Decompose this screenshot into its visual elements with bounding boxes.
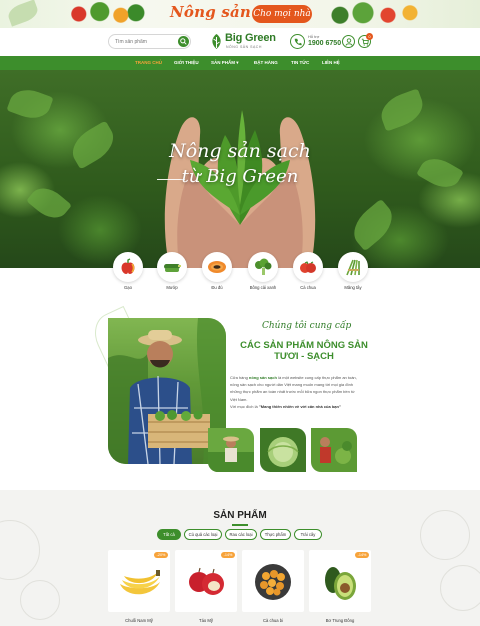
account-button[interactable] xyxy=(342,35,355,48)
logo-tagline: NÔNG SẢN SẠCH xyxy=(226,45,262,49)
thumbnail-farmer-field xyxy=(208,428,254,472)
asparagus-icon xyxy=(346,259,360,276)
hero-subtitle: từ Big Green xyxy=(181,166,299,187)
header: Big Green NÔNG SẢN SẠCH Hỗ trợ 1900 6750… xyxy=(0,28,480,56)
leaf-decoration xyxy=(26,180,72,226)
pepper-icon xyxy=(121,258,135,274)
about-brand-highlight: nông sản sạch xyxy=(248,375,277,380)
search-icon xyxy=(180,38,187,45)
tab-all[interactable]: Tất cả xyxy=(157,529,181,540)
search-input[interactable] xyxy=(115,36,175,47)
category-item[interactable]: Gạo xyxy=(110,252,146,290)
hero-title: Nông sản sạch xyxy=(169,140,311,162)
nav-item-home[interactable]: Trang chủ xyxy=(135,56,162,70)
category-circle xyxy=(248,252,278,282)
logo[interactable]: Big Green NÔNG SẢN SẠCH xyxy=(210,31,276,53)
products-title: SẢN PHẨM xyxy=(213,510,267,521)
decor-ring xyxy=(440,565,480,611)
leaf-decoration xyxy=(416,151,464,195)
vegetables-decoration-right xyxy=(328,2,428,26)
leaf-logo-icon xyxy=(212,34,221,49)
decor-ring xyxy=(20,580,60,620)
tab-greens[interactable]: Rau các loại xyxy=(225,529,257,540)
leaf-decoration xyxy=(345,198,401,252)
logo-text: Big Green xyxy=(225,32,276,44)
about-heading: CÁC SẢN PHẨM NÔNG SẢN TƯƠI - SẠCH xyxy=(240,340,368,362)
product-name[interactable]: Táo Mỹ xyxy=(175,618,237,623)
about-script-heading: Chúng tôi cung cấp xyxy=(262,321,352,331)
decor-ring xyxy=(420,510,470,560)
decor-ring xyxy=(0,520,40,580)
category-item[interactable]: Mướp xyxy=(154,252,190,290)
nav-item-order[interactable]: Đặt hàng xyxy=(254,56,278,70)
product-card[interactable]: -20% xyxy=(108,550,170,612)
avocado-image xyxy=(325,567,356,600)
leaf-decoration xyxy=(6,84,54,124)
about-text-part: Cửa hàng xyxy=(230,375,249,380)
banana-image xyxy=(120,570,160,595)
hotline-number: 1900 6750 xyxy=(308,40,342,47)
top-banner: Nông sản sạch Cho mọi nhà xyxy=(0,0,480,28)
category-label: Bông cải xanh xyxy=(249,285,277,290)
product-card[interactable] xyxy=(242,550,304,612)
category-circle xyxy=(157,252,187,282)
products-section: SẢN PHẨM Tất cả Củ quả các loại Rau các … xyxy=(0,490,480,626)
hotline[interactable]: Hỗ trợ 1900 6750 xyxy=(290,32,342,52)
user-icon xyxy=(345,38,353,46)
category-label: Đu đủ xyxy=(211,285,223,290)
tomato-icon xyxy=(300,261,316,273)
category-label: Gạo xyxy=(124,285,132,290)
tab-food[interactable]: Thực phẩm xyxy=(260,529,291,540)
title-underline xyxy=(232,524,248,526)
hero-banner: Nông sản sạch từ Big Green xyxy=(0,70,480,268)
category-label: Cà chua xyxy=(300,285,316,290)
thumbnail-cabbage xyxy=(260,428,306,472)
cherry-tomato-image xyxy=(255,564,291,600)
apple-image xyxy=(189,567,224,595)
hotline-label: Hỗ trợ xyxy=(308,34,320,39)
category-circle xyxy=(293,252,323,282)
zucchini-icon xyxy=(164,264,181,272)
about-paragraph: Cửa hàng nông sản sạch là một website cu… xyxy=(230,374,362,410)
tab-root-vegetables[interactable]: Củ quả các loại xyxy=(184,529,222,540)
category-item[interactable]: Đu đủ xyxy=(199,252,235,290)
leaf-decoration xyxy=(5,0,41,27)
cart-count-badge: 0 xyxy=(366,33,373,40)
tab-fruit[interactable]: Trái cây xyxy=(294,529,322,540)
papaya-icon xyxy=(208,261,226,273)
cart-button[interactable]: 0 xyxy=(358,33,373,48)
nav-item-contact[interactable]: Liên hệ xyxy=(322,56,340,70)
category-item[interactable]: Măng tây xyxy=(335,252,371,290)
leaf-decoration xyxy=(65,120,121,170)
category-circle xyxy=(113,252,143,282)
category-label: Mướp xyxy=(166,285,178,290)
product-name[interactable]: Chuối Nam Mỹ xyxy=(108,618,170,623)
product-card[interactable]: -14% xyxy=(175,550,237,612)
product-card[interactable]: -14% xyxy=(309,550,371,612)
main-nav: Trang chủ Giới thiệu Sản phẩm ▾ Đặt hàng… xyxy=(0,56,480,70)
nav-item-products[interactable]: Sản phẩm ▾ xyxy=(211,56,239,70)
search-button[interactable] xyxy=(178,36,189,47)
banner-subtitle: Cho mọi nhà xyxy=(252,5,312,23)
vegetables-decoration-left xyxy=(62,2,146,26)
phone-icon xyxy=(290,34,305,49)
about-text-part: Với mục đích là xyxy=(230,403,259,409)
nav-item-about[interactable]: Giới thiệu xyxy=(174,56,199,70)
thumbnail-woman-harvest xyxy=(311,428,357,472)
product-name[interactable]: Bơ Trung Đông xyxy=(309,618,371,623)
category-item[interactable]: Bông cải xanh xyxy=(245,252,281,290)
category-label: Măng tây xyxy=(344,285,362,290)
category-circle xyxy=(338,252,368,282)
broccoli-icon xyxy=(255,258,272,275)
category-item[interactable]: Cà chua xyxy=(290,252,326,290)
product-name[interactable]: Cà chua bi xyxy=(242,618,304,623)
about-quote: "Mang thiên nhiên về với căn nhà của bạn… xyxy=(258,403,341,409)
search-box xyxy=(108,34,191,49)
nav-item-news[interactable]: Tin tức xyxy=(291,56,309,70)
category-circle xyxy=(202,252,232,282)
leaf-decoration xyxy=(376,88,428,132)
